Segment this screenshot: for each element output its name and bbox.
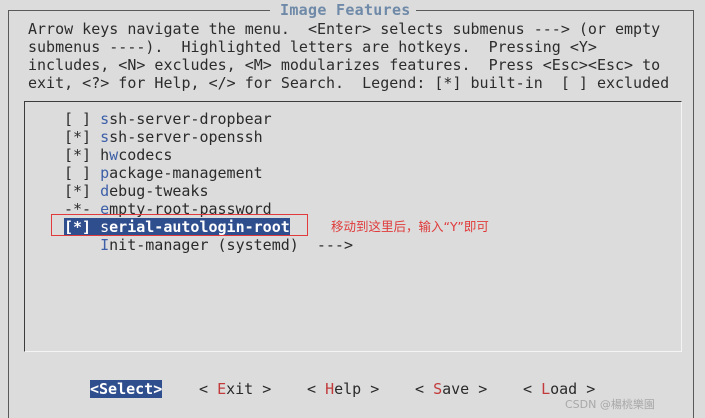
help-button-label: elp bbox=[334, 380, 362, 398]
help-line-1: Arrow keys navigate the menu. <Enter> se… bbox=[28, 20, 661, 38]
exit-button-label: xit bbox=[226, 380, 254, 398]
hotkey-letter: I bbox=[100, 236, 110, 254]
hotkey-letter: p bbox=[100, 164, 110, 182]
hotkey-letter: S bbox=[433, 380, 443, 398]
checkbox-state: [ ] bbox=[64, 164, 101, 182]
hotkey-letter: w bbox=[109, 146, 119, 164]
frame-top-left-border bbox=[8, 10, 270, 11]
menu-item-label: nit-manager (systemd) ---> bbox=[109, 236, 353, 254]
menu-item-label: sh-server-openssh bbox=[109, 128, 263, 146]
menu-item-label: codecs bbox=[118, 146, 173, 164]
menu-item-label: ebug-tweaks bbox=[109, 182, 209, 200]
menu-item-init-manager[interactable]: Init-manager (systemd) ---> bbox=[64, 236, 353, 254]
select-button-label: Select bbox=[99, 380, 154, 398]
checkbox-state: [*] bbox=[64, 182, 101, 200]
select-button[interactable]: <Select> bbox=[90, 380, 163, 398]
menu-item-hwcodecs[interactable]: [*] hwcodecs bbox=[64, 146, 172, 164]
menu-item-label: ackage-management bbox=[109, 164, 263, 182]
checkbox-state: [*] bbox=[64, 146, 101, 164]
help-line-4: exit, <?> for Help, </> for Search. Lege… bbox=[28, 74, 670, 92]
frame-top-right-border bbox=[416, 10, 694, 11]
help-button[interactable]: < Help > bbox=[307, 380, 379, 398]
frame-left-border bbox=[8, 10, 9, 418]
exit-button[interactable]: < Exit > bbox=[199, 380, 271, 398]
save-button[interactable]: < Save > bbox=[415, 380, 487, 398]
menu-item-label-start: h bbox=[100, 146, 110, 164]
checkbox-state bbox=[64, 236, 100, 254]
watermark-text: CSDN @楊桃樂園 bbox=[565, 398, 655, 411]
annotation-highlight-box bbox=[51, 214, 308, 236]
menu-item-package-management[interactable]: [ ] package-management bbox=[64, 164, 263, 182]
select-button-highlight: <Select> bbox=[90, 380, 163, 398]
hotkey-letter: H bbox=[325, 380, 335, 398]
dialog-title: Image Features bbox=[280, 1, 411, 19]
checkbox-state: [ ] bbox=[64, 110, 101, 128]
frame-right-border bbox=[693, 10, 694, 418]
menu-item-ssh-server-openssh[interactable]: [*] ssh-server-openssh bbox=[64, 128, 263, 146]
annotation-text: 移动到这里后，输入“Y”即可 bbox=[331, 219, 489, 234]
save-button-label: ave bbox=[442, 380, 470, 398]
checkbox-state: [*] bbox=[64, 128, 101, 146]
help-line-2: submenus ----). Highlighted letters are … bbox=[28, 38, 597, 56]
hotkey-letter: L bbox=[541, 380, 551, 398]
hotkey-letter: s bbox=[100, 110, 110, 128]
hotkey-letter: E bbox=[217, 380, 227, 398]
menu-item-ssh-server-dropbear[interactable]: [ ] ssh-server-dropbear bbox=[64, 110, 272, 128]
menu-item-label: sh-server-dropbear bbox=[109, 110, 272, 128]
help-line-3: includes, <N> excludes, <M> modularizes … bbox=[28, 56, 661, 74]
hotkey-letter: s bbox=[100, 128, 110, 146]
menu-item-debug-tweaks[interactable]: [*] debug-tweaks bbox=[64, 182, 209, 200]
hotkey-letter: d bbox=[100, 182, 110, 200]
